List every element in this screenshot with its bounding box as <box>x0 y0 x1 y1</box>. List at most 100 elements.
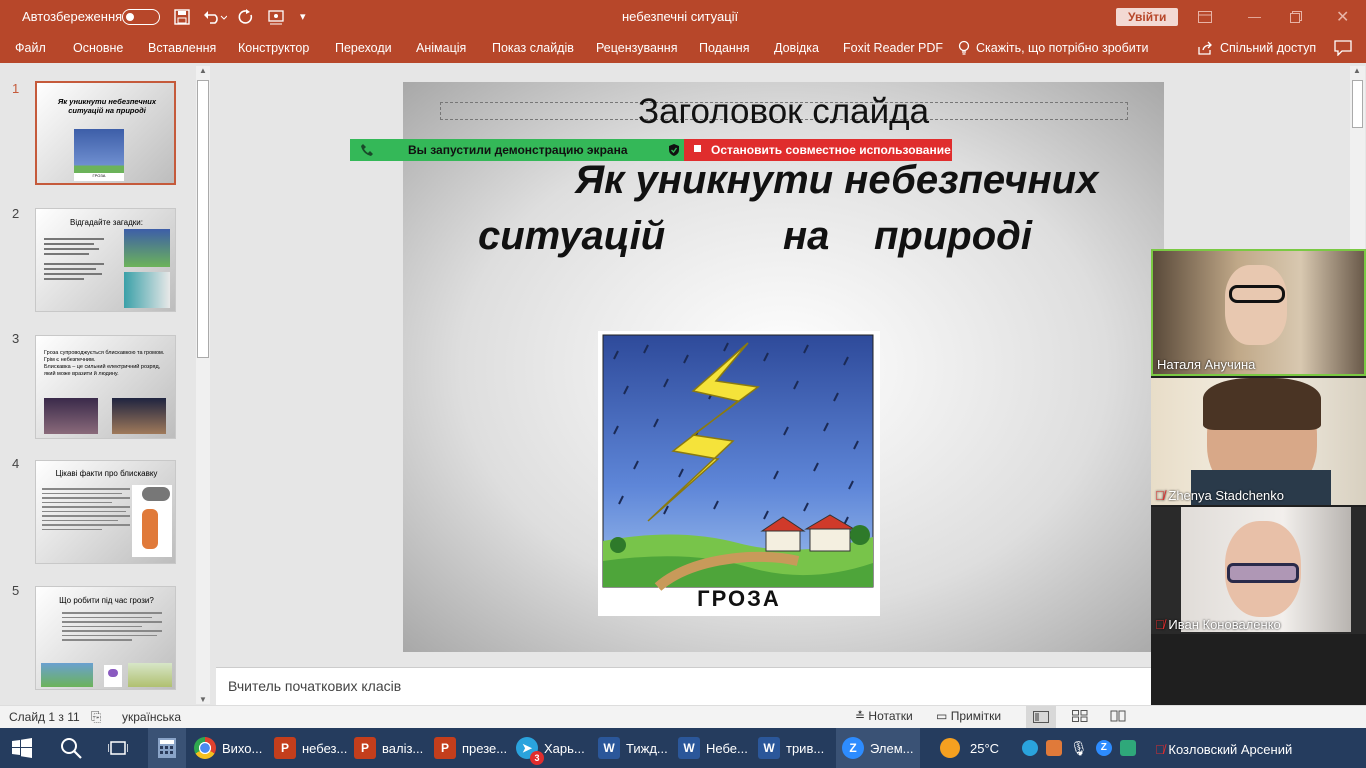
tab-transitions[interactable]: Переходи <box>335 33 392 63</box>
slide-thumbnail-2[interactable]: Відгадайте загадки: <box>35 208 176 312</box>
taskbar-app-label: Тижд... <box>626 740 668 756</box>
slide-thumbnail-4[interactable]: Цікаві факти про блискавку <box>35 460 176 564</box>
taskbar-app-chrome[interactable]: Вихо... <box>194 728 262 768</box>
slide-thumbnail-1[interactable]: Як уникнути небезпечних ситуацій на прир… <box>35 81 176 185</box>
stop-share-button[interactable]: Остановить совместное использование <box>684 139 952 161</box>
document-title: небезпечні ситуації <box>622 9 739 24</box>
taskbar-app-word-1[interactable]: W Тижд... <box>598 728 668 768</box>
participant-name-row: 🎙̸ Иван Коноваленко <box>1155 617 1281 632</box>
taskbar-app-word-3[interactable]: W трив... <box>758 728 824 768</box>
spellcheck-icon[interactable]: ⎘ <box>91 709 101 725</box>
start-button[interactable] <box>12 728 32 768</box>
tab-file[interactable]: Файл <box>15 33 46 63</box>
taskbar-app-powerpoint-2[interactable]: P валіз... <box>354 728 423 768</box>
save-icon[interactable] <box>174 0 190 33</box>
powerpoint-icon: P <box>274 737 296 759</box>
slide-heading-word1: ситуацій <box>478 214 666 258</box>
signin-button[interactable]: Увійти <box>1116 0 1179 33</box>
powerpoint-icon: P <box>434 737 456 759</box>
comments-icon[interactable] <box>1334 33 1352 63</box>
tab-animations[interactable]: Анімація <box>416 33 466 63</box>
calculator-app[interactable] <box>148 728 186 768</box>
language-indicator[interactable]: українська <box>122 710 181 724</box>
thumb-image <box>124 229 170 267</box>
participant-video-2[interactable]: 🎙̸ Zhenya Stadchenko <box>1151 378 1366 505</box>
undo-icon[interactable] <box>203 0 227 33</box>
stop-square-icon <box>694 144 701 152</box>
tell-me-box[interactable]: Скажіть, що потрібно зробити <box>958 33 1149 63</box>
thumb-image <box>132 485 172 557</box>
tab-help[interactable]: Довідка <box>774 33 819 63</box>
thumb-text-lines <box>62 609 162 644</box>
shield-check-icon <box>668 144 679 156</box>
taskbar-app-powerpoint-3[interactable]: P презе... <box>434 728 507 768</box>
participant-tile-4[interactable]: 🎙̸ Козловский Арсений <box>1155 742 1292 757</box>
word-icon: W <box>758 737 780 759</box>
slide-heading-word3: природі <box>874 214 1033 258</box>
powerpoint-icon: P <box>354 737 376 759</box>
search-button[interactable] <box>60 728 82 768</box>
reading-view-icon[interactable] <box>1110 710 1126 725</box>
microphone-icon[interactable]: 🎙 <box>1070 740 1088 757</box>
weather-widget[interactable]: 25°C <box>940 728 999 768</box>
notes-text: Вчитель початкових класів <box>228 678 402 694</box>
slide-counter: Слайд 1 з 11 <box>9 710 80 724</box>
thumb-number: 3 <box>12 331 20 346</box>
tab-slideshow[interactable]: Показ слайдів <box>492 33 574 63</box>
customize-toolbar-icon[interactable]: ▾ <box>300 0 306 33</box>
slide-thumbnail-3[interactable]: Гроза супроводжується блискавкою та гром… <box>35 335 176 439</box>
tab-home[interactable]: Основне <box>73 33 123 63</box>
signin-label: Увійти <box>1116 7 1179 26</box>
app-tray-icon[interactable] <box>1046 740 1062 756</box>
participant-video-3[interactable]: 🎙̸ Иван Коноваленко <box>1151 507 1366 634</box>
telegram-icon: ➤ 3 <box>516 737 544 765</box>
current-slide[interactable]: Заголовок слайда Як уникнути небезпечних… <box>403 82 1164 652</box>
notes-toggle-label: Нотатки <box>868 709 913 723</box>
thumb-image <box>104 665 122 687</box>
redo-icon[interactable] <box>238 0 254 33</box>
tab-design[interactable]: Конструктор <box>238 33 309 63</box>
taskbar-app-label: валіз... <box>382 740 424 756</box>
ribbon-display-icon[interactable] <box>1198 0 1212 33</box>
speaker-notes[interactable]: Вчитель початкових класів <box>216 667 1151 705</box>
tab-insert[interactable]: Вставлення <box>148 33 216 63</box>
tab-review[interactable]: Рецензування <box>596 33 677 63</box>
slideshow-start-icon[interactable] <box>268 0 288 33</box>
taskbar-app-zoom[interactable]: Z Элем... <box>836 728 920 768</box>
tab-view[interactable]: Подання <box>699 33 749 63</box>
thumb-image <box>128 663 172 687</box>
slide-thumbnail-5[interactable]: Що робити під час грози? <box>35 586 176 690</box>
thumb-caption: ГРОЗА <box>74 173 124 181</box>
zoom-tray-icon[interactable]: Z <box>1095 740 1112 756</box>
taskbar-app-telegram[interactable]: ➤ 3 Харь... <box>516 728 585 768</box>
tray-app-icon[interactable] <box>1119 740 1136 756</box>
thumbnail-scrollbar[interactable]: ▲ ▼ <box>196 66 210 704</box>
tab-foxit[interactable]: Foxit Reader PDF <box>843 33 943 63</box>
tell-me-label: Скажіть, що потрібно зробити <box>976 41 1149 55</box>
search-icon <box>61 738 82 759</box>
task-view-button[interactable] <box>108 728 128 768</box>
comments-toggle[interactable]: ▭ Примітки <box>936 709 1001 723</box>
thumbnail-scrollbar-thumb[interactable] <box>197 80 209 358</box>
normal-view-icon[interactable] <box>1026 706 1056 728</box>
thunderstorm-image[interactable]: ГРОЗА <box>598 331 880 616</box>
close-icon[interactable]: ✕ <box>1336 0 1349 33</box>
autosave-toggle[interactable] <box>122 0 160 33</box>
canvas-scrollbar-thumb[interactable] <box>1352 80 1363 128</box>
telegram-tray-icon[interactable] <box>1022 740 1038 756</box>
sun-icon <box>940 738 960 758</box>
taskbar-app-word-2[interactable]: W Небе... <box>678 728 748 768</box>
slide-sorter-icon[interactable] <box>1072 710 1088 725</box>
taskbar-app-powerpoint-1[interactable]: P небез... <box>274 728 347 768</box>
canvas-scrollbar[interactable]: ▲ <box>1350 66 1365 252</box>
taskbar-app-label: Элем... <box>870 740 914 756</box>
minimize-icon[interactable]: — <box>1248 0 1261 33</box>
autosave-label: Автозбереження <box>22 9 123 24</box>
notes-icon: ≛ <box>855 709 866 723</box>
lightbulb-icon <box>958 40 970 55</box>
share-button[interactable]: Спільний доступ <box>1198 33 1316 63</box>
maximize-icon[interactable] <box>1290 0 1302 33</box>
participant-video-1[interactable]: Наталя Анучина <box>1151 249 1366 376</box>
thumb-number: 1 <box>12 81 20 96</box>
notes-toggle[interactable]: ≛ Нотатки <box>855 709 913 723</box>
